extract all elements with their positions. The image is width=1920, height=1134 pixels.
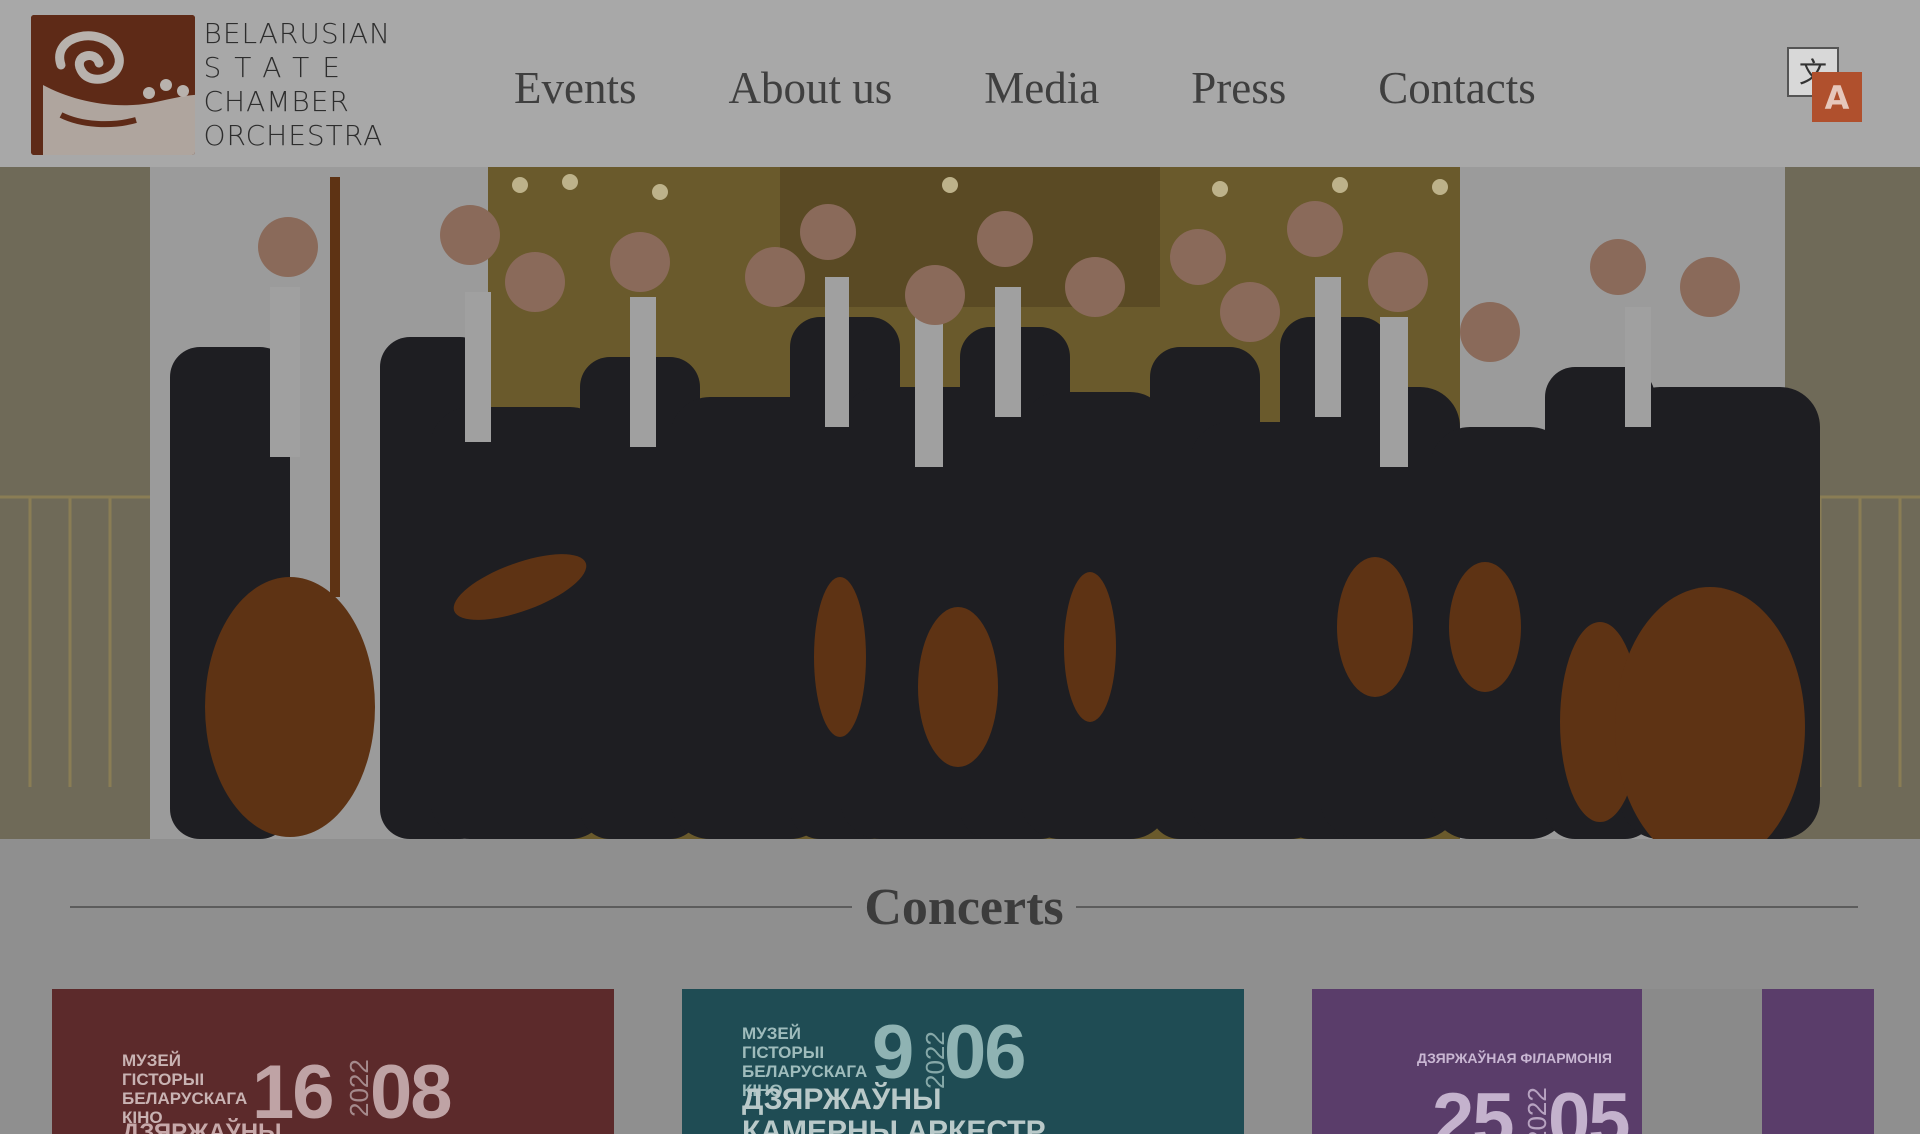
heading-rule-left: [70, 906, 853, 908]
logo-line: CHAMBER: [203, 85, 350, 118]
concerts-heading: Concerts: [70, 872, 1859, 942]
nav-item-events[interactable]: Events: [514, 62, 636, 114]
site-header: BELARUSIAN STATE CHAMBER ORCHESTRA Event…: [0, 0, 1920, 167]
card-month: 08: [370, 1050, 453, 1134]
card-extra: ДЗЯРЖАЎНЫ КАМЕРНЫ АРКЕСТР: [742, 1083, 1046, 1134]
language-switch-button[interactable]: 文 A: [1786, 46, 1864, 124]
nav-item-about-us[interactable]: About us: [728, 62, 892, 114]
concert-card[interactable]: МУЗЕЙ ГІСТОРЫІ БЕЛАРУСКАГА КІНО 9 2022 0…: [682, 989, 1244, 1134]
concert-card[interactable]: МУЗЕЙ ГІСТОРЫІ БЕЛАРУСКАГА КІНО 16 2022 …: [52, 989, 614, 1134]
card-month: 06: [944, 1010, 1027, 1095]
card-venue: МУЗЕЙ ГІСТОРЫІ БЕЛАРУСКАГА КІНО: [122, 1051, 248, 1127]
orchestra-logo[interactable]: BELARUSIAN STATE CHAMBER ORCHESTRA: [31, 14, 391, 156]
section-title: Concerts: [864, 878, 1064, 936]
card-month: 05: [1548, 1078, 1631, 1134]
logo-line: BELARUSIAN: [203, 17, 391, 50]
heading-rule-right: [1075, 906, 1859, 908]
concert-card[interactable]: ДЗЯРЖАЎНАЯ ФІЛАРМОНІЯ 25 2022 05: [1312, 989, 1874, 1134]
translate-icon: 文 A: [1787, 47, 1862, 122]
nav-item-contacts[interactable]: Contacts: [1378, 62, 1535, 114]
card-day: 25: [1432, 1078, 1515, 1134]
logo-line: STATE: [203, 51, 353, 84]
card-extra: ДЗЯРЖАЎНЫ: [122, 1119, 282, 1134]
translate-glyph-a: A: [1825, 79, 1850, 117]
nav-item-media[interactable]: Media: [984, 62, 1099, 114]
concert-cards: МУЗЕЙ ГІСТОРЫІ БЕЛАРУСКАГА КІНО 16 2022 …: [52, 989, 1874, 1134]
orchestra-group-photo: [0, 167, 1920, 839]
main-nav: Events About us Media Press Contacts: [514, 58, 1628, 118]
scroll-logo-icon: [31, 15, 196, 155]
card-image-panel: [1642, 989, 1762, 1134]
nav-item-press[interactable]: Press: [1191, 62, 1286, 114]
logo-wordmark: BELARUSIAN STATE CHAMBER ORCHESTRA: [203, 17, 391, 153]
logo-line: ORCHESTRA: [203, 119, 384, 152]
